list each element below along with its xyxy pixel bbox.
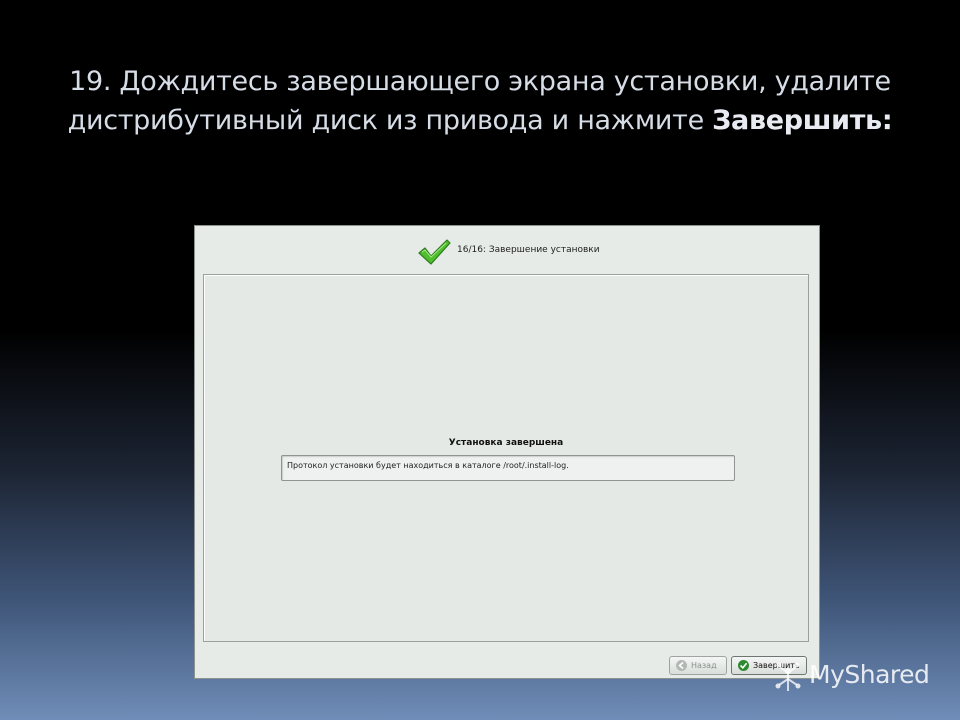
myshared-watermark: MyShared xyxy=(773,656,943,696)
checkmark-icon xyxy=(418,239,451,265)
installer-window: 16/16: Завершение установки Установка за… xyxy=(195,226,819,678)
title-line-2-text: дистрибутивный диск из привода и нажмите xyxy=(67,105,713,136)
step-header: 16/16: Завершение установки xyxy=(195,226,819,274)
install-log-text: Протокол установки будет находиться в ка… xyxy=(287,461,569,470)
title-line-1: 19. Дождитесь завершающего экрана устано… xyxy=(69,66,891,97)
slide-title: 19. Дождитесь завершающего экрана устано… xyxy=(40,62,920,140)
myshared-logo-icon xyxy=(775,662,801,691)
title-line-2: дистрибутивный диск из привода и нажмите… xyxy=(40,101,920,140)
step-label: 16/16: Завершение установки xyxy=(457,245,600,255)
back-arrow-icon xyxy=(676,660,687,671)
title-finish-word: Завершить: xyxy=(712,105,893,136)
install-complete-title: Установка завершена xyxy=(448,438,564,448)
back-button-label: Назад xyxy=(691,661,717,670)
install-log-field: Протокол установки будет находиться в ка… xyxy=(281,455,735,481)
content-panel: Установка завершена Протокол установки б… xyxy=(203,274,809,642)
watermark-text: MyShared xyxy=(809,660,930,689)
finish-check-icon xyxy=(738,660,749,671)
back-button[interactable]: Назад xyxy=(669,656,727,675)
